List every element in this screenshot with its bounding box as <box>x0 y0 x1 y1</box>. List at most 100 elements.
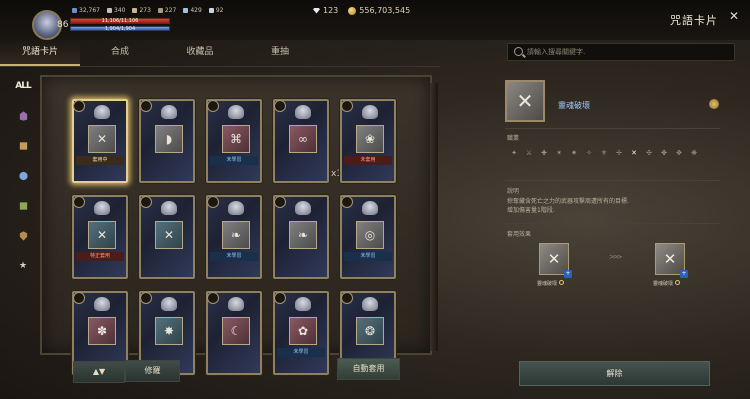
gold-coin-icon <box>348 6 357 15</box>
spell-card[interactable]: ◎ 未學習 <box>340 195 396 279</box>
card-art-icon: ❀ <box>356 125 384 153</box>
remove-button[interactable]: 解除 <box>519 361 710 386</box>
spell-card[interactable]: ∞ x1 <box>273 99 342 183</box>
filter-star-icon[interactable]: ★ <box>15 258 31 274</box>
card-art-icon: ∞ <box>289 125 317 153</box>
card-knight-crest-icon <box>161 201 177 215</box>
spell-card[interactable]: ✕ 套用中 <box>72 99 128 183</box>
job-icon: ❋ <box>691 149 697 157</box>
job-icon: ✢ <box>616 149 622 157</box>
job-icon: ✧ <box>586 149 592 157</box>
spell-card[interactable]: ❀ 未套用 <box>340 99 396 183</box>
filter-shield-icon[interactable] <box>15 228 31 244</box>
card-filter-column: ALL ★ <box>12 78 34 288</box>
card-status-label: 特正套用 <box>76 252 124 261</box>
card-knight-crest-icon <box>94 105 110 119</box>
arrow-icon: >>> <box>609 253 623 261</box>
card-knight-crest-icon <box>362 201 378 215</box>
card-corner-emblem-icon <box>73 292 85 304</box>
job-icon: ✦ <box>511 149 517 157</box>
card-knight-crest-icon <box>295 297 311 311</box>
card-knight-crest-icon <box>228 297 244 311</box>
resource-item-5: 429 <box>183 7 202 14</box>
card-corner-emblem-icon <box>73 196 85 208</box>
spell-card[interactable]: ✕ <box>139 195 195 279</box>
magnify-icon[interactable] <box>675 280 681 285</box>
plus-icon: + <box>564 270 572 278</box>
card-description: 掠奪藏含死亡之力的武器攻擊周遭所有的目標. 增加傷害量1階段. <box>507 198 629 214</box>
spell-card[interactable]: ⌘ 未學習 <box>206 99 262 183</box>
tier-to-icon[interactable]: ✕ + <box>655 243 688 278</box>
spell-card[interactable]: ❧ <box>273 195 329 279</box>
tab-collection[interactable]: 收藏品 <box>160 40 240 66</box>
card-knight-crest-icon <box>94 297 110 311</box>
plus-icon: + <box>680 270 688 278</box>
spell-card[interactable]: ❧ 未學習 <box>206 195 262 279</box>
close-icon[interactable]: ✕ <box>727 9 741 23</box>
card-knight-crest-icon <box>161 105 177 119</box>
gem-icon <box>313 7 320 14</box>
game-ui-root: { "player": { "level": "86", "resources"… <box>0 0 750 399</box>
filter-icon: ▲▼ <box>92 367 106 376</box>
card-status-label: 未套用 <box>344 156 392 165</box>
card-corner-emblem-icon <box>341 292 353 304</box>
card-art-icon: ◎ <box>356 221 384 249</box>
card-status-label: 未學習 <box>344 252 392 261</box>
card-corner-emblem-icon <box>274 100 286 112</box>
job-icon: ⚜ <box>600 149 608 157</box>
card-corner-emblem-icon <box>207 196 219 208</box>
tab-bar: 咒語卡片 合成 收藏品 重抽 <box>0 40 450 66</box>
search-box <box>507 43 735 61</box>
resource-item-6: 92 <box>208 7 223 14</box>
desc-section-label: 說明 <box>507 188 520 195</box>
sort-filter-button[interactable]: ▲▼ <box>73 361 125 383</box>
card-art-icon: ⌘ <box>222 125 250 153</box>
card-knight-crest-icon <box>362 297 378 311</box>
spell-card-book: ✕ 套用中 ◗ ⌘ 未學習 ∞ x1 ❀ 未套用 ✕ 特正套用 ✕ ❧ 未學習 ❧ ◎ 未學習 ✽ ✸ ☾ ✿ 未學習 ❂ … <box>40 75 438 383</box>
card-art-icon: ❧ <box>289 221 317 249</box>
selected-card-name: 靈魂破壞 <box>558 101 590 110</box>
filter-blue-icon[interactable] <box>15 168 31 184</box>
tab-spell-cards[interactable]: 咒語卡片 <box>0 40 80 66</box>
tab-reroll[interactable]: 重抽 <box>240 40 320 66</box>
card-knight-crest-icon <box>228 201 244 215</box>
resource-item-3: 273 <box>132 7 151 14</box>
tier-section-label: 套用效果 <box>507 231 532 238</box>
hp-bar-fill: 11,106/11,106 <box>71 19 169 24</box>
resource-icon <box>107 8 112 13</box>
job-icon: ✤ <box>661 149 667 157</box>
repair-button[interactable]: 修羅 <box>125 360 180 382</box>
gold-count: 556,703,545 <box>359 6 411 15</box>
tier-from-icon[interactable]: ✕ + <box>539 243 572 278</box>
spell-card[interactable]: ✿ 未學習 <box>273 291 329 375</box>
currency-display: 123 556,703,545 <box>313 6 410 15</box>
filter-all[interactable]: ALL <box>15 78 31 94</box>
card-corner-emblem-icon <box>140 292 152 304</box>
filter-green-icon[interactable] <box>15 198 31 214</box>
card-status-label: 套用中 <box>76 156 124 165</box>
job-icon-active: ✕ <box>631 149 637 157</box>
mp-bar-fill: 1,904/1,904 <box>71 27 169 32</box>
card-corner-emblem-icon <box>341 100 353 112</box>
job-icon: ✶ <box>556 149 562 157</box>
spell-card[interactable]: ◗ <box>139 99 195 183</box>
card-corner-emblem-icon <box>274 196 286 208</box>
magnify-icon[interactable] <box>559 280 565 285</box>
job-icon: ⚔ <box>525 149 533 157</box>
search-input[interactable] <box>527 44 727 60</box>
spell-card[interactable]: ☾ <box>206 291 262 375</box>
filter-gold-icon[interactable] <box>15 138 31 154</box>
divider <box>505 180 720 181</box>
spell-card[interactable]: ✕ 特正套用 <box>72 195 128 279</box>
resource-item-1: 32,767 <box>72 7 100 14</box>
tab-synthesis[interactable]: 合成 <box>80 40 160 66</box>
card-option-icon[interactable] <box>709 99 719 109</box>
filter-purple-icon[interactable] <box>15 108 31 124</box>
auto-apply-button[interactable]: 自動套用 <box>337 358 400 380</box>
job-icon: ✷ <box>571 149 577 157</box>
job-icon: ✥ <box>676 149 682 157</box>
card-art-icon: ✽ <box>88 317 116 345</box>
job-section-label: 職業 <box>507 135 520 142</box>
tier-to-label: 靈魂破壞 <box>653 280 681 287</box>
card-art-icon: ✕ <box>88 125 116 153</box>
